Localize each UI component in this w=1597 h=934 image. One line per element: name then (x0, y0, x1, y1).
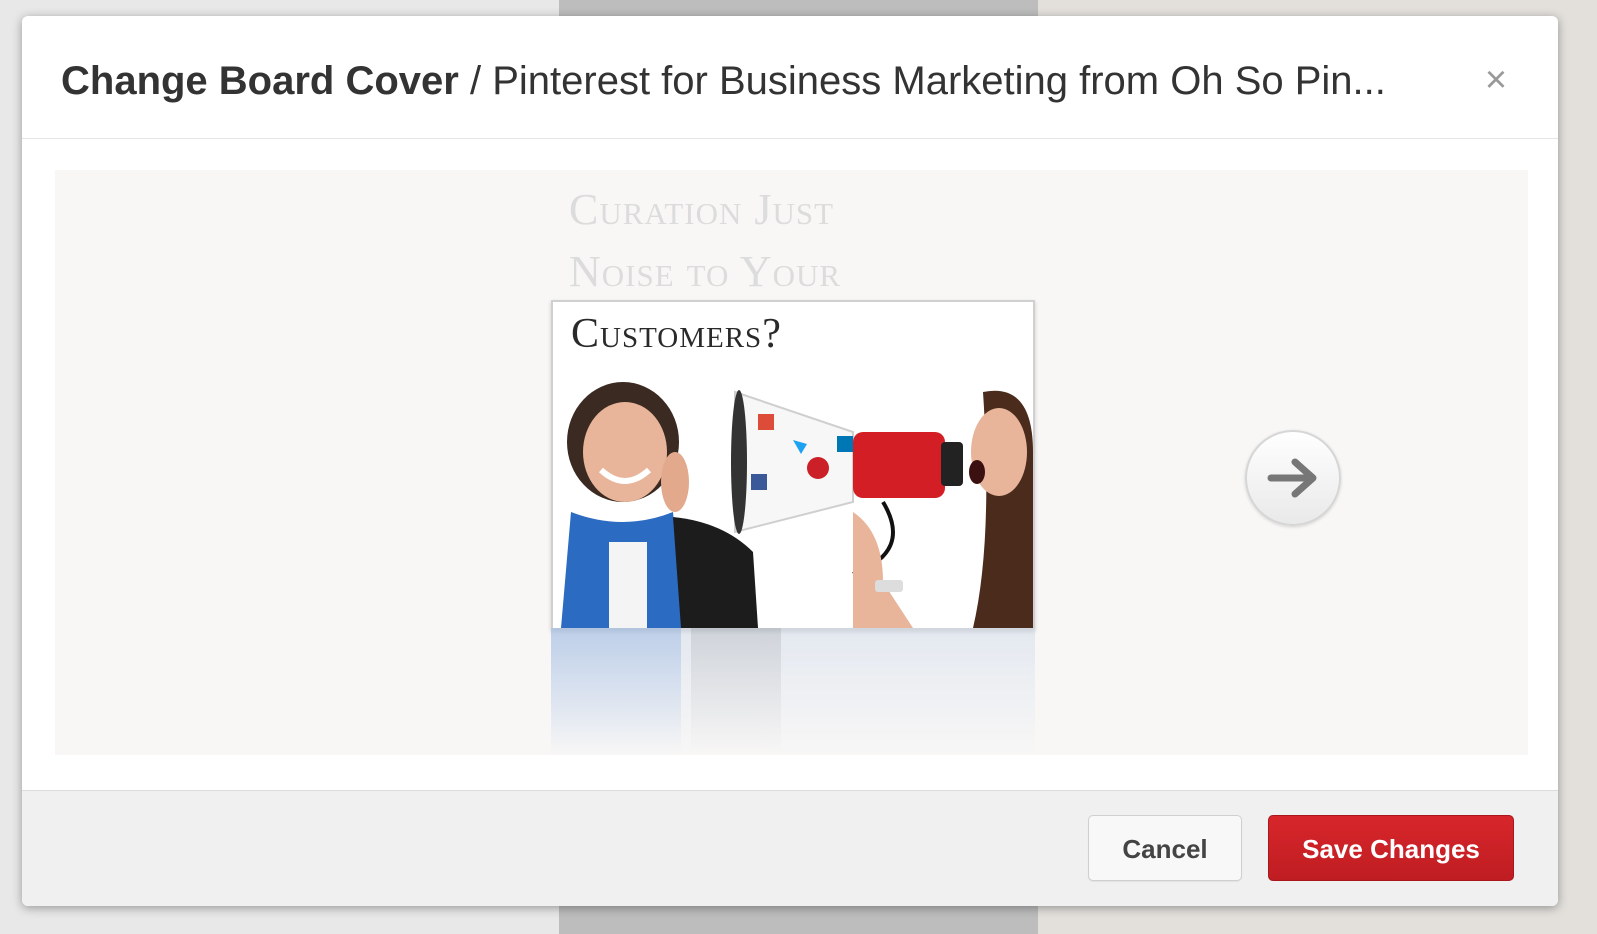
reflection-dark (691, 628, 781, 755)
reflection-blue (551, 628, 681, 755)
cover-preview-stage: Curation Just Noise to Your Customers? (55, 170, 1528, 755)
cover-ghost-text-line2: Noise to Your (569, 247, 842, 296)
modal-title-separator: / (458, 59, 493, 103)
cover-ghost-text-line1: Curation Just (569, 185, 835, 234)
modal-header: Change Board Cover / Pinterest for Busin… (22, 16, 1558, 139)
woman-face (583, 402, 667, 502)
arrow-right-icon (1267, 458, 1317, 498)
megaphone (734, 390, 854, 534)
close-icon[interactable]: × (1478, 60, 1514, 100)
board-cover-image[interactable]: Customers? (551, 300, 1035, 630)
cancel-button[interactable]: Cancel (1088, 815, 1242, 881)
next-cover-button[interactable] (1245, 430, 1341, 526)
modal-footer: Cancel Save Changes (22, 790, 1558, 906)
save-changes-button[interactable]: Save Changes (1268, 815, 1514, 881)
change-board-cover-modal: Change Board Cover / Pinterest for Busin… (22, 16, 1558, 906)
cover-photo-illustration (561, 382, 1033, 628)
modal-title-action: Change Board Cover (61, 59, 459, 103)
cover-reflection (551, 628, 1035, 755)
modal-title: Change Board Cover / Pinterest for Busin… (61, 56, 1501, 106)
modal-title-board-name: Pinterest for Business Marketing from Oh… (492, 59, 1386, 103)
